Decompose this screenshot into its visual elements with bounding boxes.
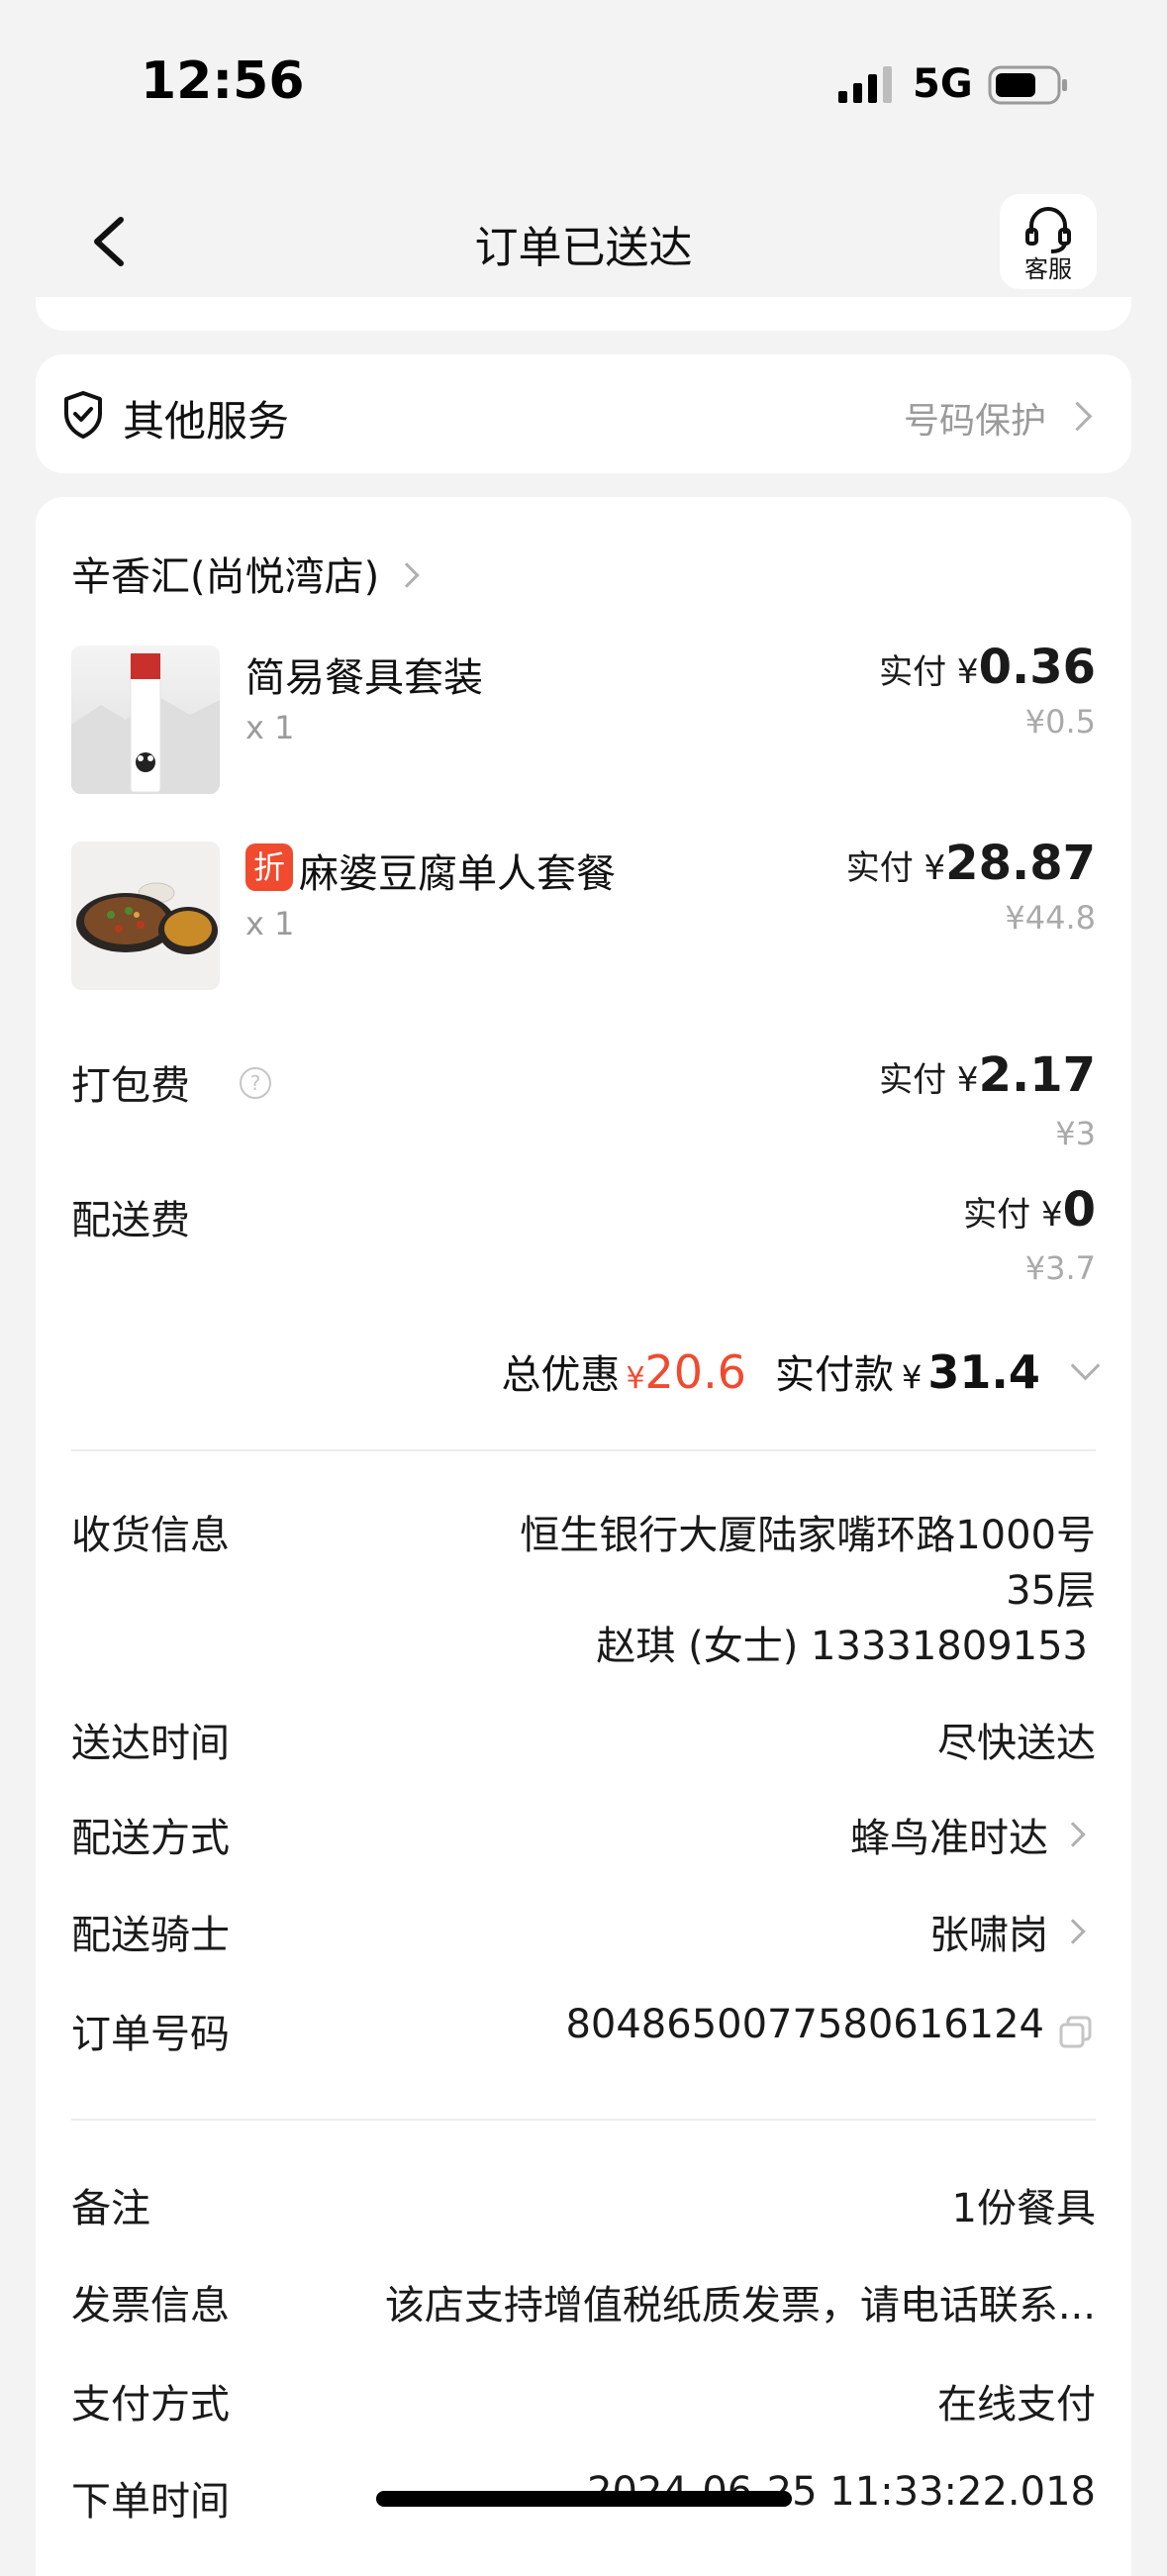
rider-value: 张啸岗	[929, 1913, 1048, 1958]
previous-card-edge	[36, 297, 1131, 331]
delivery-method-value: 蜂鸟准时达	[850, 1816, 1048, 1861]
invoice-label: 发票信息	[71, 2283, 230, 2328]
chevron-right-icon	[1060, 1919, 1086, 1944]
number-protection-label: 号码保护	[903, 401, 1046, 442]
order-number-label: 订单号码	[71, 2012, 230, 2057]
shield-icon	[64, 391, 102, 439]
item-paid-price: 实付 ¥0.36	[879, 640, 1096, 695]
order-number-row: 订单号码 8048650077580616124	[71, 2002, 1096, 2061]
discount-badge: 折	[245, 843, 293, 891]
packing-fee-original: ¥3	[1055, 1115, 1096, 1152]
paid-amount: 28.87	[945, 836, 1096, 891]
paid-prefix: 实付 ¥	[879, 1060, 979, 1100]
address-line2: 35层	[1006, 1568, 1096, 1614]
note-label: 备注	[71, 2186, 150, 2231]
other-services-label: 其他服务	[123, 397, 290, 446]
contact-info: 赵琪 (女士) 13331809153	[596, 1624, 1088, 1669]
paid-prefix: 实付 ¥	[963, 1195, 1063, 1235]
totals-row[interactable]: 总优惠 ¥20.6 实付款 ¥31.4	[501, 1342, 1101, 1412]
delivery-time-label: 送达时间	[71, 1721, 230, 1766]
rider-row[interactable]: 配送骑士 张啸岗	[71, 1903, 1096, 1962]
network-label: 5G	[913, 61, 973, 107]
paid-amount: 0.36	[978, 640, 1096, 695]
chevron-right-icon	[1062, 401, 1093, 432]
headset-icon	[1025, 207, 1071, 253]
list-item[interactable]: 简易餐具套装 x 1 实付 ¥0.36 ¥0.5	[71, 640, 1096, 796]
payment-value: 在线支付	[937, 2382, 1096, 2427]
total-discount-currency: ¥	[626, 1361, 645, 1396]
paid-prefix: 实付 ¥	[879, 652, 979, 692]
cutlery-set-image	[71, 645, 220, 794]
total-paid-value: 31.4	[927, 1345, 1040, 1399]
delivery-time-value: 尽快送达	[937, 1721, 1096, 1766]
mapo-tofu-image	[71, 842, 220, 990]
item-original-price: ¥44.8	[1005, 899, 1096, 937]
paid-amount: 2.17	[978, 1047, 1096, 1103]
store-name: 辛香汇(尚悦湾店)	[71, 554, 380, 600]
order-number-value: 8048650077580616124	[565, 2002, 1044, 2047]
help-icon[interactable]: ?	[240, 1067, 271, 1099]
item-paid-price: 实付 ¥28.87	[846, 836, 1096, 891]
item-name: 简易餐具套装	[245, 655, 483, 701]
divider	[71, 1449, 1096, 1451]
divider	[71, 2119, 1096, 2121]
invoice-value: 该店支持增值税纸质发票，请电话联系...	[384, 2283, 1096, 2328]
delivery-fee-original: ¥3.7	[1024, 1249, 1096, 1287]
total-paid-label: 实付款	[775, 1352, 895, 1398]
rider-label: 配送骑士	[71, 1913, 230, 1958]
total-paid-currency: ¥	[902, 1358, 923, 1396]
customer-service-label: 客服	[1024, 255, 1072, 283]
customer-service-button[interactable]: 客服	[1000, 194, 1097, 289]
chevron-right-icon	[1060, 1822, 1086, 1847]
note-value: 1份餐具	[951, 2186, 1096, 2231]
other-services-card[interactable]: 其他服务 号码保护	[36, 354, 1131, 473]
battery-icon	[988, 65, 1069, 105]
delivery-fee-paid: 实付 ¥0	[963, 1182, 1096, 1238]
address-line1: 恒生银行大厦陆家嘴环路1000号	[520, 1513, 1096, 1558]
order-detail-card: 辛香汇(尚悦湾店) 简易餐具套装 x 1 实付 ¥0.36 ¥0.5 折 麻婆豆…	[36, 497, 1131, 2576]
signal-icon	[836, 65, 896, 105]
payment-label: 支付方式	[71, 2382, 230, 2427]
chevron-right-icon	[394, 562, 421, 588]
store-link[interactable]: 辛香汇(尚悦湾店)	[71, 545, 421, 600]
status-time: 12:56	[141, 51, 305, 111]
chevron-down-icon	[1070, 1350, 1101, 1381]
packing-fee-paid: 实付 ¥2.17	[879, 1047, 1096, 1103]
total-discount-value: 20.6	[644, 1345, 746, 1399]
item-name: 麻婆豆腐单人套餐	[299, 851, 616, 897]
item-qty: x 1	[245, 709, 295, 746]
list-item[interactable]: 折 麻婆豆腐单人套餐 x 1 实付 ¥28.87 ¥44.8	[71, 836, 1096, 992]
delivery-method-row[interactable]: 配送方式 蜂鸟准时达	[71, 1806, 1096, 1865]
copy-icon[interactable]	[1056, 2012, 1096, 2051]
order-time-label: 下单时间	[71, 2479, 230, 2525]
item-original-price: ¥0.5	[1024, 703, 1096, 741]
paid-prefix: 实付 ¥	[845, 848, 946, 888]
home-indicator	[376, 2491, 792, 2507]
packing-fee-label: 打包费	[71, 1063, 190, 1109]
item-qty: x 1	[245, 905, 295, 942]
delivery-fee-row: 配送费 实付 ¥0 ¥3.7	[71, 1182, 1096, 1311]
delivery-method-label: 配送方式	[71, 1816, 230, 1861]
paid-amount: 0	[1062, 1182, 1096, 1238]
delivery-fee-label: 配送费	[71, 1198, 190, 1243]
packing-fee-row: 打包费 ? 实付 ¥2.17 ¥3	[71, 1047, 1096, 1176]
page-title: 订单已送达	[474, 223, 693, 273]
receiver-label: 收货信息	[71, 1513, 230, 1558]
total-discount-label: 总优惠	[501, 1352, 621, 1398]
